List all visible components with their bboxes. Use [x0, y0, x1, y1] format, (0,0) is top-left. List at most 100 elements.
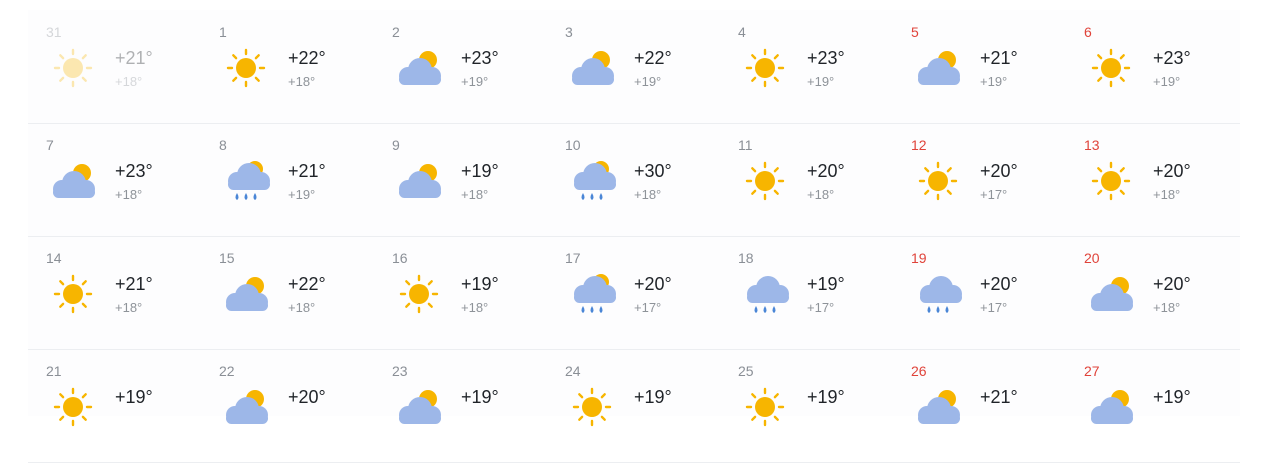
rain-icon: [913, 272, 963, 316]
sun-icon: [1086, 159, 1136, 203]
day-number: 8: [219, 137, 227, 153]
day-number: 19: [911, 250, 927, 266]
day-number: 15: [219, 250, 235, 266]
temp-low: +18°: [1153, 300, 1181, 315]
day-cell-10[interactable]: 10 +30° +18°: [547, 123, 719, 236]
day-cell-2[interactable]: 2 +23° +19°: [374, 10, 546, 123]
temp-high: +19°: [115, 387, 153, 407]
day-number: 20: [1084, 250, 1100, 266]
sun-icon: [1086, 46, 1136, 90]
day-number: 31: [46, 24, 62, 40]
sun-icon: [740, 46, 790, 90]
day-cell-14[interactable]: 14 +21° +18°: [28, 236, 200, 349]
partly-cloudy-icon: [394, 159, 444, 203]
temp-high: +19°: [461, 387, 499, 407]
day-number: 4: [738, 24, 746, 40]
temp-high: +20°: [1153, 161, 1191, 181]
partly-cloudy-icon: [1086, 272, 1136, 316]
day-cell-6[interactable]: 6 +23° +19°: [1066, 10, 1238, 123]
day-cell-13[interactable]: 13 +20° +18°: [1066, 123, 1238, 236]
temp-low: +19°: [634, 74, 662, 89]
partly-cloudy-icon: [221, 272, 271, 316]
day-cell-27[interactable]: 27 +19°: [1066, 349, 1238, 462]
day-cell-12[interactable]: 12 +20° +17°: [893, 123, 1065, 236]
temp-low: +19°: [461, 74, 489, 89]
day-cell-24[interactable]: 24 +19°: [547, 349, 719, 462]
day-cell-3[interactable]: 3 +22° +19°: [547, 10, 719, 123]
week-row: 21 +19° 22 +20° 23 +19° 24 +19° 25 +19° 26 +21° 2…: [28, 349, 1240, 463]
temp-high: +20°: [634, 274, 672, 294]
day-number: 3: [565, 24, 573, 40]
temp-high: +23°: [807, 48, 845, 68]
day-cell-5[interactable]: 5 +21° +19°: [893, 10, 1065, 123]
temp-low: +17°: [980, 300, 1008, 315]
partly-cloudy-icon: [1086, 385, 1136, 429]
partly-cloudy-icon: [913, 385, 963, 429]
sun-icon: [740, 385, 790, 429]
temp-high: +23°: [1153, 48, 1191, 68]
day-number: 17: [565, 250, 581, 266]
day-cell-7[interactable]: 7 +23° +18°: [28, 123, 200, 236]
day-number: 25: [738, 363, 754, 379]
day-cell-9[interactable]: 9 +19° +18°: [374, 123, 546, 236]
weather-calendar: 31 +21° +18° 1 +22° +18° 2 +23° +19° 3 +22° +19° 4…: [28, 10, 1240, 463]
day-cell-11[interactable]: 11 +20° +18°: [720, 123, 892, 236]
day-cell-19[interactable]: 19 +20° +17°: [893, 236, 1065, 349]
day-cell-23[interactable]: 23 +19°: [374, 349, 546, 462]
temp-high: +21°: [980, 48, 1018, 68]
temp-low: +18°: [288, 74, 316, 89]
day-cell-20[interactable]: 20 +20° +18°: [1066, 236, 1238, 349]
day-cell-25[interactable]: 25 +19°: [720, 349, 892, 462]
day-cell-8[interactable]: 8 +21° +19°: [201, 123, 373, 236]
partly-cloudy-icon: [221, 385, 271, 429]
day-number: 7: [46, 137, 54, 153]
day-cell-17[interactable]: 17 +20° +17°: [547, 236, 719, 349]
sun-icon: [913, 159, 963, 203]
day-number: 14: [46, 250, 62, 266]
day-number: 9: [392, 137, 400, 153]
day-cell-4[interactable]: 4 +23° +19°: [720, 10, 892, 123]
temp-high: +21°: [980, 387, 1018, 407]
day-number: 6: [1084, 24, 1092, 40]
day-number: 26: [911, 363, 927, 379]
sun-icon: [221, 46, 271, 90]
temp-low: +18°: [115, 300, 143, 315]
temp-high: +22°: [288, 274, 326, 294]
temp-high: +21°: [288, 161, 326, 181]
temp-low: +18°: [288, 300, 316, 315]
temp-low: +19°: [288, 187, 316, 202]
temp-low: +18°: [461, 300, 489, 315]
temp-high: +22°: [634, 48, 672, 68]
day-number: 5: [911, 24, 919, 40]
temp-high: +20°: [980, 161, 1018, 181]
day-cell-16[interactable]: 16 +19° +18°: [374, 236, 546, 349]
sun-icon: [740, 159, 790, 203]
partly-cloudy-icon: [913, 46, 963, 90]
partly-cloudy-icon: [394, 385, 444, 429]
temp-high: +23°: [461, 48, 499, 68]
rain-sun-icon: [567, 159, 617, 203]
temp-low: +19°: [807, 74, 835, 89]
temp-high: +19°: [807, 387, 845, 407]
temp-high: +19°: [807, 274, 845, 294]
day-cell-31[interactable]: 31 +21° +18°: [28, 10, 200, 123]
temp-low: +18°: [1153, 187, 1181, 202]
temp-low: +19°: [1153, 74, 1181, 89]
rain-sun-icon: [567, 272, 617, 316]
day-cell-22[interactable]: 22 +20°: [201, 349, 373, 462]
temp-high: +22°: [288, 48, 326, 68]
day-cell-1[interactable]: 1 +22° +18°: [201, 10, 373, 123]
temp-low: +17°: [980, 187, 1008, 202]
day-cell-18[interactable]: 18 +19° +17°: [720, 236, 892, 349]
temp-low: +18°: [115, 187, 143, 202]
day-cell-26[interactable]: 26 +21°: [893, 349, 1065, 462]
temp-high: +21°: [115, 274, 153, 294]
day-number: 10: [565, 137, 581, 153]
day-cell-15[interactable]: 15 +22° +18°: [201, 236, 373, 349]
temp-high: +20°: [980, 274, 1018, 294]
day-number: 11: [738, 137, 753, 153]
day-cell-21[interactable]: 21 +19°: [28, 349, 200, 462]
day-number: 1: [219, 24, 227, 40]
temp-high: +20°: [288, 387, 326, 407]
week-row: 31 +21° +18° 1 +22° +18° 2 +23° +19° 3 +22° +19° 4…: [28, 10, 1240, 124]
